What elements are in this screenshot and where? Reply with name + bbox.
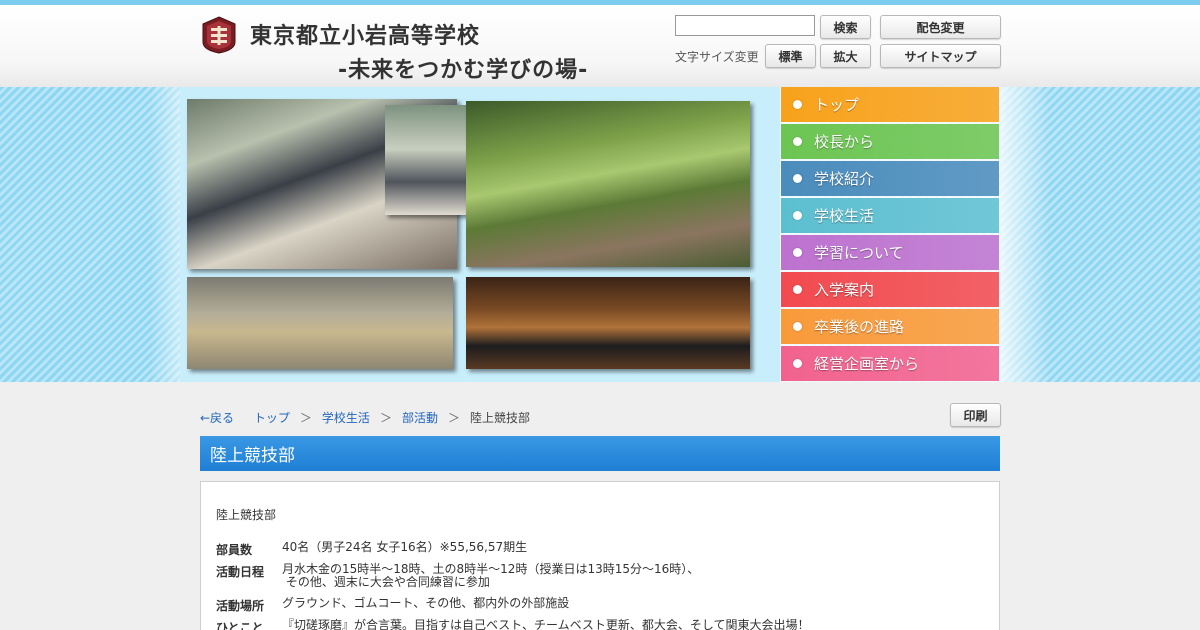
sitemap-button[interactable]: サイトマップ	[880, 44, 1001, 68]
content-panel: 陸上競技部 部員数 40名（男子24名 女子16名）※55,56,57期生 活動日…	[200, 481, 1000, 630]
content-title: 陸上競技部	[216, 508, 277, 522]
classroom-photo-small	[385, 105, 475, 215]
site-title[interactable]: 東京都立小岩高等学校	[250, 18, 480, 50]
nav-item-top[interactable]: トップ	[781, 87, 999, 122]
search-input[interactable]	[675, 15, 815, 36]
font-standard-button[interactable]: 標準	[765, 44, 816, 68]
hero-banner: トップ 校長から 学校紹介 学校生活 学習について 入学案内 卒業後の進路 経営…	[0, 87, 1200, 382]
nav-item-admission[interactable]: 入学案内	[781, 272, 999, 307]
breadcrumb-current: 陸上競技部	[469, 411, 530, 425]
bullet-icon	[793, 211, 802, 220]
nav-item-admin-office[interactable]: 経営企画室から	[781, 346, 999, 381]
breadcrumb-top[interactable]: トップ	[254, 411, 290, 425]
search-button[interactable]: 検索	[820, 15, 871, 39]
choir-photo	[466, 277, 750, 369]
back-link[interactable]: ←戻る	[200, 411, 234, 425]
info-row-members: 部員数 40名（男子24名 女子16名）※55,56,57期生	[216, 540, 528, 558]
bullet-icon	[793, 100, 802, 109]
nav-item-school-life[interactable]: 学校生活	[781, 198, 999, 233]
nav-item-principal[interactable]: 校長から	[781, 124, 999, 159]
bullet-icon	[793, 248, 802, 257]
info-row-schedule: 活動日程 月水木金の15時半～18時、土の8時半～12時（授業日は13時15分～1…	[216, 562, 700, 589]
breadcrumb-clubs[interactable]: 部活動	[402, 411, 438, 425]
school-emblem-icon[interactable]	[201, 16, 237, 54]
info-row-location: 活動場所 グラウンド、ゴムコート、その他、都内外の外部施設	[216, 596, 570, 614]
site-header: 東京都立小岩高等学校 -未来をつかむ学びの場- 検索 配色変更 文字サイズ変更 …	[0, 5, 1200, 87]
hiking-photo	[466, 101, 750, 267]
nav-item-school-intro[interactable]: 学校紹介	[781, 161, 999, 196]
breadcrumb-school-life[interactable]: 学校生活	[322, 411, 370, 425]
info-row-comment: ひとこと 『切磋琢磨』が合言葉。目指すは自己ベスト、チームベスト更新、都大会、そし…	[216, 618, 810, 630]
basketball-photo	[187, 277, 453, 369]
site-subtitle: -未来をつかむ学びの場-	[338, 58, 589, 83]
nav-item-career[interactable]: 卒業後の進路	[781, 309, 999, 344]
page-title: 陸上競技部	[200, 436, 1000, 471]
bullet-icon	[793, 137, 802, 146]
photo-collage	[180, 87, 780, 382]
bullet-icon	[793, 285, 802, 294]
bullet-icon	[793, 322, 802, 331]
print-button[interactable]: 印刷	[950, 403, 1001, 427]
breadcrumb: ←戻る トップ＞学校生活＞部活動＞陸上競技部	[200, 411, 530, 425]
font-large-button[interactable]: 拡大	[820, 44, 871, 68]
nav-item-learning[interactable]: 学習について	[781, 235, 999, 270]
main-nav: トップ 校長から 学校紹介 学校生活 学習について 入学案内 卒業後の進路 経営…	[781, 87, 999, 383]
font-size-label: 文字サイズ変更	[675, 50, 759, 64]
bullet-icon	[793, 174, 802, 183]
bullet-icon	[793, 359, 802, 368]
color-change-button[interactable]: 配色変更	[880, 15, 1001, 39]
